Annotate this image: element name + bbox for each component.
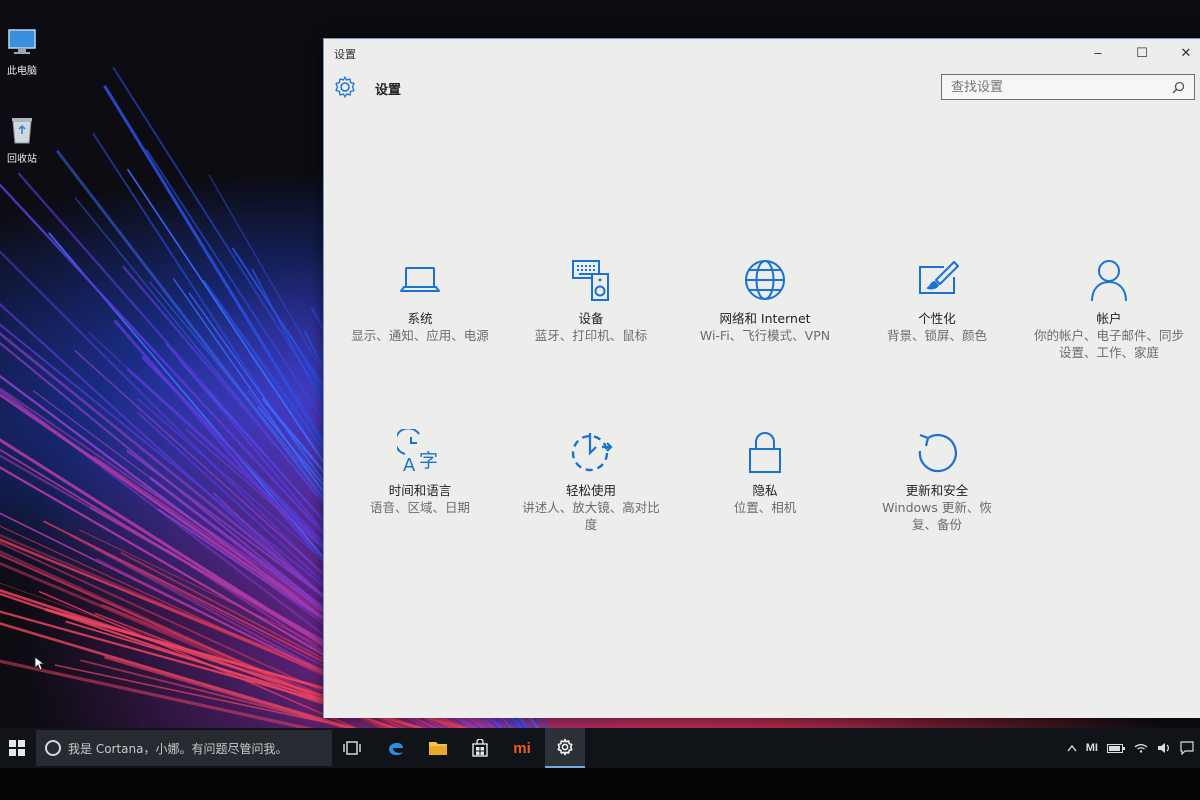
category-system[interactable]: 系统 显示、通知、应用、电源: [335, 257, 505, 344]
cortana-prompt: 我是 Cortana，小娜。有问题尽管问我。: [68, 741, 288, 756]
settings-header: 设置: [324, 67, 1200, 107]
wifi-icon[interactable]: [1134, 743, 1148, 753]
minimize-icon: ‒: [1093, 45, 1103, 61]
search-input[interactable]: [951, 79, 1151, 95]
store-icon: [472, 739, 488, 757]
desktop-icon-recycle-bin[interactable]: 回收站: [2, 114, 42, 165]
system-tray: MI: [1067, 728, 1200, 768]
category-title: 个性化: [918, 311, 956, 326]
category-title: 更新和安全: [905, 483, 969, 498]
maximize-button[interactable]: ☐: [1120, 39, 1164, 67]
desktop-icon-label: 回收站: [7, 154, 37, 165]
settings-icon: [557, 738, 573, 756]
edge-icon: [389, 742, 403, 756]
desktop-icon-this-pc[interactable]: 此电脑: [2, 26, 42, 77]
category-devices[interactable]: 设备 蓝牙、打印机、鼠标: [506, 257, 676, 344]
category-description: 讲述人、放大镜、高对比度: [522, 500, 660, 532]
update-icon: [918, 433, 957, 473]
category-update-security[interactable]: 更新和安全 Windows 更新、恢复、备份: [852, 429, 1022, 533]
globe-icon: [745, 260, 785, 300]
category-title: 网络和 Internet: [719, 311, 811, 326]
mouse-pointer-icon: [34, 656, 44, 671]
minimize-button[interactable]: ‒: [1076, 39, 1120, 67]
notification-icon[interactable]: [1180, 741, 1194, 755]
category-network[interactable]: 网络和 Internet Wi-Fi、飞行模式、VPN: [680, 257, 850, 344]
category-description: Windows 更新、恢复、备份: [882, 500, 992, 532]
mi-icon: mi: [513, 739, 531, 757]
page-title: 设置: [375, 83, 402, 98]
category-description: 你的帐户、电子邮件、同步设置、工作、家庭: [1033, 328, 1184, 360]
taskbar-edge[interactable]: [376, 728, 416, 768]
settings-window: 设置 ‒ ☐ ✕ 设置 系统 显示、通知、应用、电源: [323, 38, 1200, 718]
category-description: 显示、通知、应用、电源: [351, 328, 489, 343]
cortana-icon: [45, 740, 61, 756]
ease-of-access-icon: [571, 433, 613, 472]
taskbar-store[interactable]: [460, 728, 500, 768]
personalization-icon: [919, 261, 959, 294]
window-title: 设置: [334, 48, 356, 61]
lock-icon: [749, 432, 781, 473]
category-description: 语音、区域、日期: [369, 500, 470, 515]
recycle-bin-icon: [12, 118, 32, 144]
category-ease-of-access[interactable]: 轻松使用 讲述人、放大镜、高对比度: [506, 429, 676, 533]
category-description: 背景、锁屏、颜色: [886, 328, 987, 343]
taskbar-mi-app[interactable]: mi: [502, 728, 542, 768]
category-personalization[interactable]: 个性化 背景、锁屏、颜色: [852, 257, 1022, 344]
category-title: 帐户: [1096, 311, 1122, 326]
category-title: 系统: [407, 311, 433, 326]
laptop-icon: [400, 267, 440, 292]
svg-text:字: 字: [419, 450, 438, 472]
gear-icon: [335, 76, 355, 98]
task-view-icon: [343, 741, 361, 755]
file-explorer-icon: [429, 742, 447, 755]
time-language-icon: A 字: [397, 429, 438, 475]
category-accounts[interactable]: 帐户 你的帐户、电子邮件、同步设置、工作、家庭: [1024, 257, 1194, 361]
computer-icon: [8, 29, 36, 54]
taskbar: 我是 Cortana，小娜。有问题尽管问我。 mi MI: [0, 728, 1200, 768]
close-icon: ✕: [1180, 45, 1192, 61]
category-title: 时间和语言: [388, 483, 452, 498]
window-titlebar[interactable]: 设置 ‒ ☐ ✕: [324, 39, 1200, 67]
volume-icon[interactable]: [1157, 742, 1171, 754]
category-time-language[interactable]: A 字 时间和语言 语音、区域、日期: [335, 429, 505, 516]
cortana-search-box[interactable]: 我是 Cortana，小娜。有问题尽管问我。: [36, 730, 332, 766]
category-title: 设备: [578, 311, 604, 326]
category-title: 隐私: [752, 483, 778, 498]
windows-logo-icon: [9, 740, 25, 756]
search-box[interactable]: [941, 74, 1195, 100]
person-icon: [1091, 260, 1127, 302]
screen-bezel: [0, 768, 1200, 800]
devices-icon: [572, 260, 609, 301]
mi-tray-icon[interactable]: MI: [1086, 742, 1098, 754]
category-description: 蓝牙、打印机、鼠标: [534, 328, 648, 343]
svg-text:A: A: [403, 455, 416, 475]
taskbar-file-explorer[interactable]: [418, 728, 458, 768]
start-button[interactable]: [0, 728, 34, 768]
desktop-icon-label: 此电脑: [7, 66, 37, 77]
category-description: 位置、相机: [733, 500, 797, 515]
category-privacy[interactable]: 隐私 位置、相机: [680, 429, 850, 516]
taskbar-task-view[interactable]: [332, 728, 372, 768]
chevron-up-icon[interactable]: [1067, 744, 1077, 752]
close-button[interactable]: ✕: [1164, 39, 1200, 67]
maximize-icon: ☐: [1136, 45, 1148, 61]
taskbar-settings[interactable]: [545, 728, 585, 768]
search-icon[interactable]: [1172, 81, 1185, 94]
battery-icon[interactable]: [1107, 743, 1125, 753]
category-title: 轻松使用: [565, 483, 616, 498]
category-description: Wi-Fi、飞行模式、VPN: [699, 328, 831, 343]
